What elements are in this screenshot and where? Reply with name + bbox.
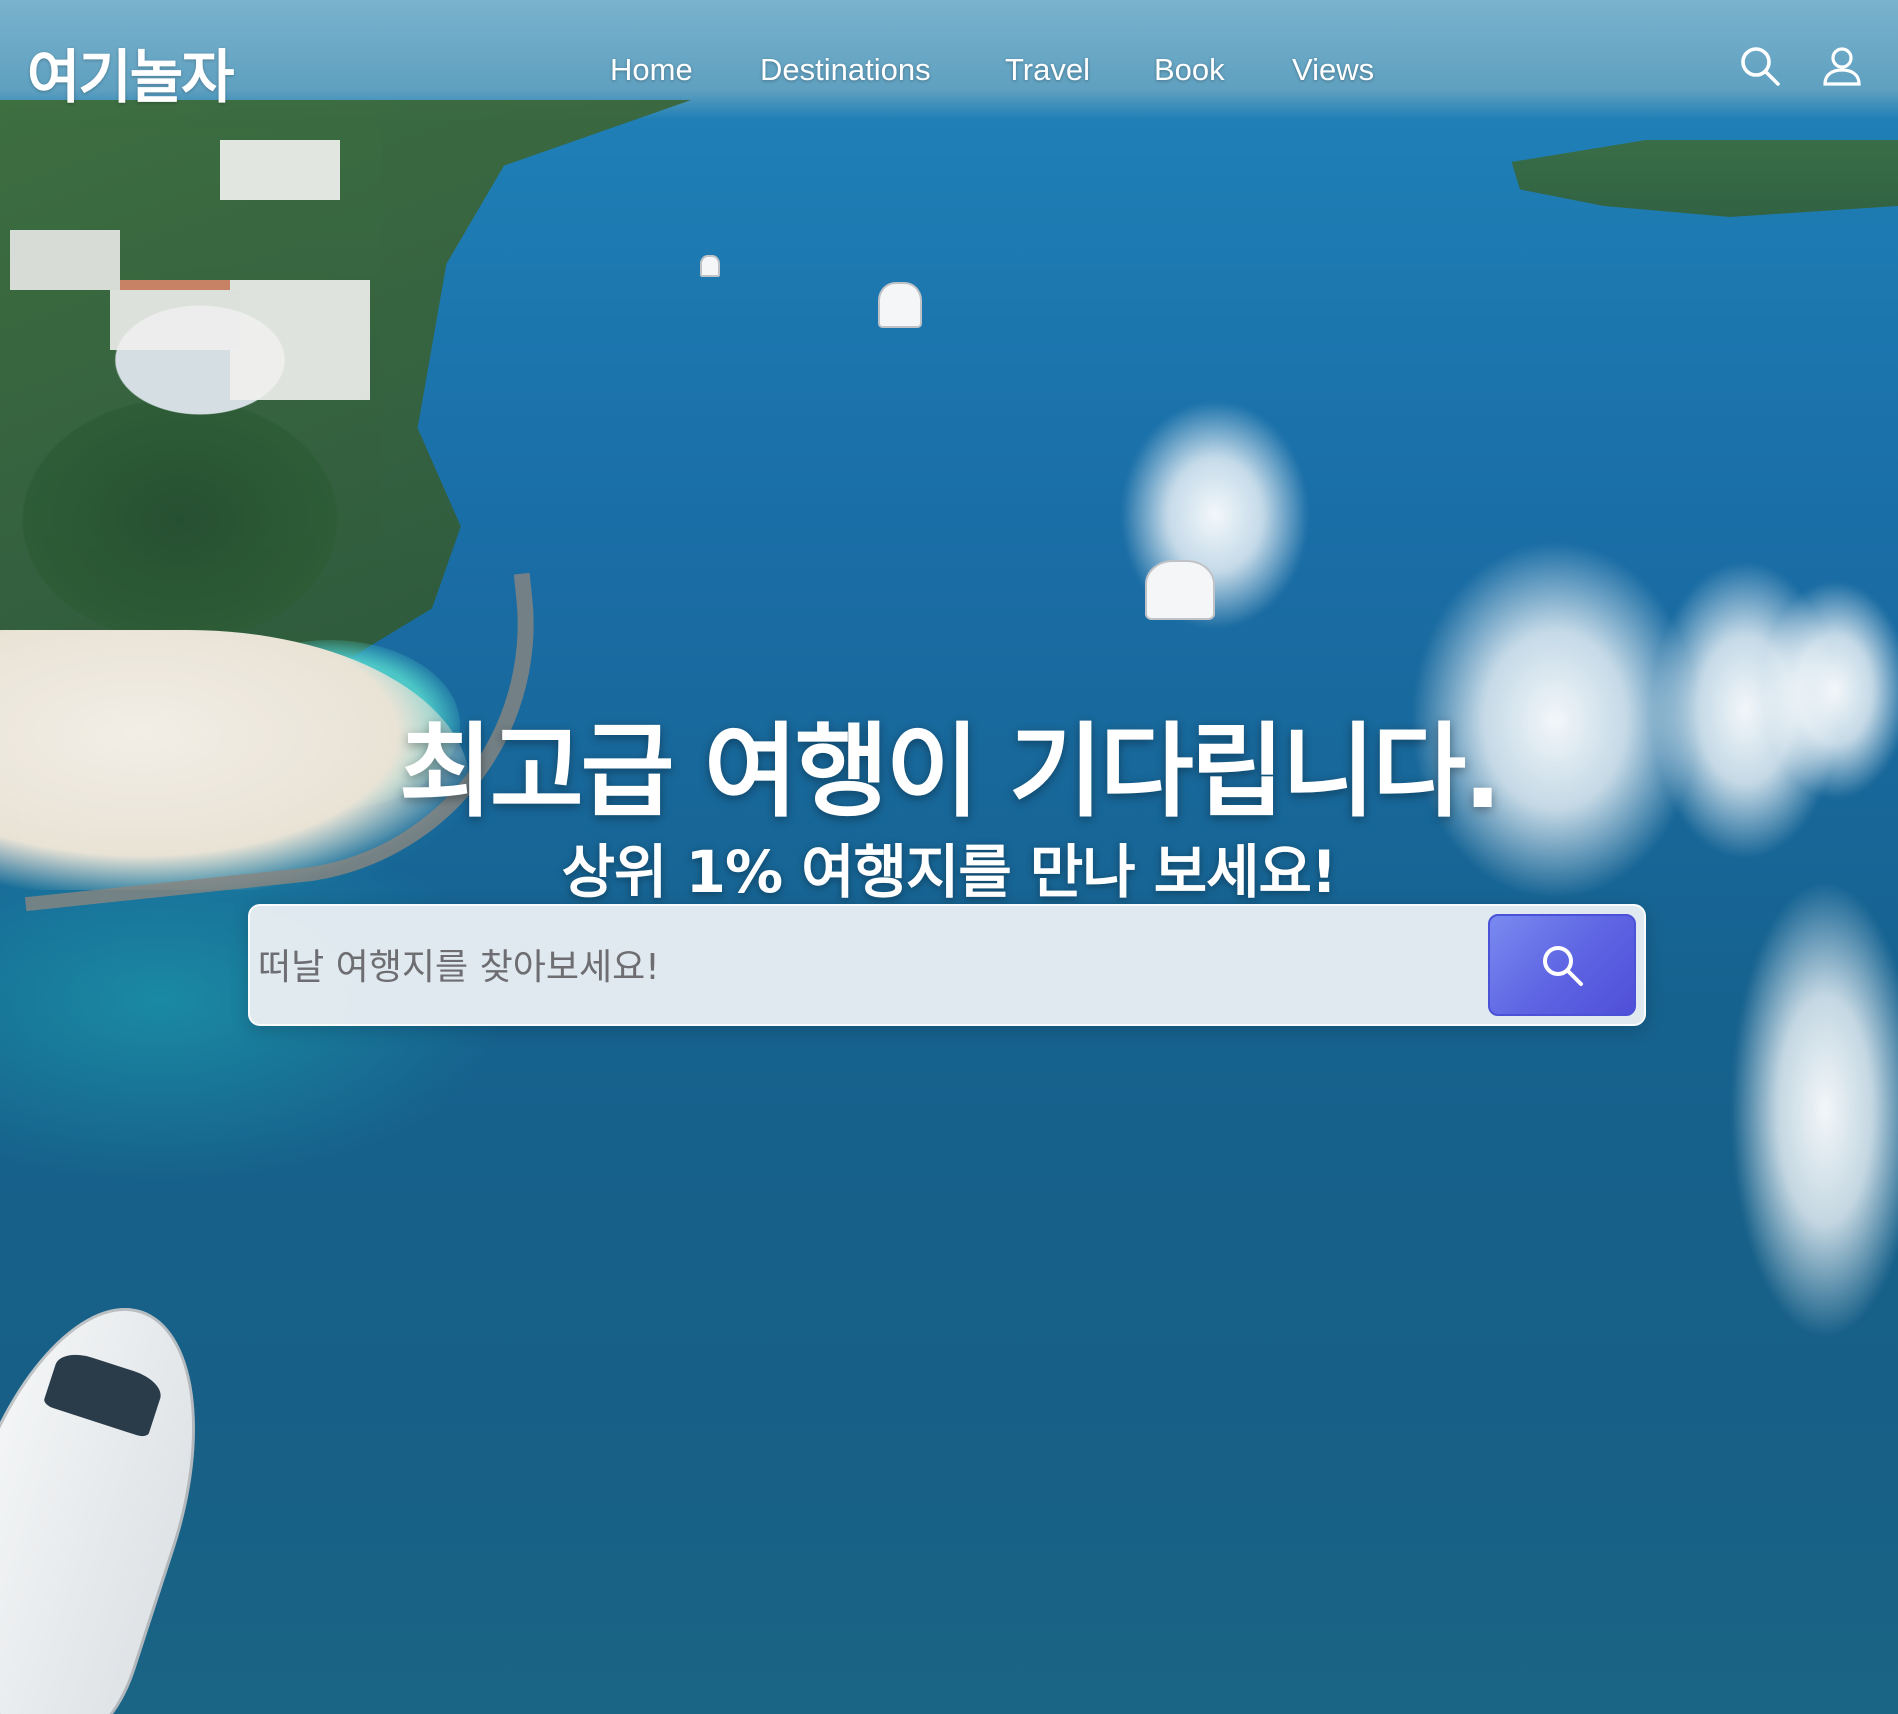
hero-subtitle: 상위 1% 여행지를 만나 보세요! [561, 838, 1338, 906]
hero-title: 최고급 여행이 기다립니다. [398, 713, 1502, 832]
nav-item-travel[interactable]: Travel [1005, 52, 1090, 88]
search-icon [1543, 946, 1583, 986]
background-yacht [0, 1278, 242, 1714]
page: 여기놀자 Home Destinations Travel Book Views… [0, 0, 1898, 1714]
background-buildings [0, 110, 520, 410]
nav-menu: Home Destinations Travel Book Views [0, 52, 1898, 92]
background-jetski-wake [1730, 880, 1898, 1340]
search-icon[interactable] [1738, 44, 1782, 88]
nav-item-views[interactable]: Views [1292, 52, 1374, 88]
top-navigation: 여기놀자 Home Destinations Travel Book Views [0, 0, 1898, 111]
destination-search-bar [248, 904, 1646, 1026]
user-icon[interactable] [1820, 44, 1864, 88]
destination-search-input[interactable] [256, 916, 1480, 1018]
background-boat [878, 282, 922, 328]
background-boat [1145, 560, 1215, 620]
nav-item-home[interactable]: Home [610, 52, 693, 88]
background-boat [700, 255, 720, 277]
nav-item-destinations[interactable]: Destinations [760, 52, 931, 88]
search-button[interactable] [1488, 914, 1636, 1016]
background-far-shore [1511, 140, 1898, 217]
nav-item-book[interactable]: Book [1154, 52, 1225, 88]
